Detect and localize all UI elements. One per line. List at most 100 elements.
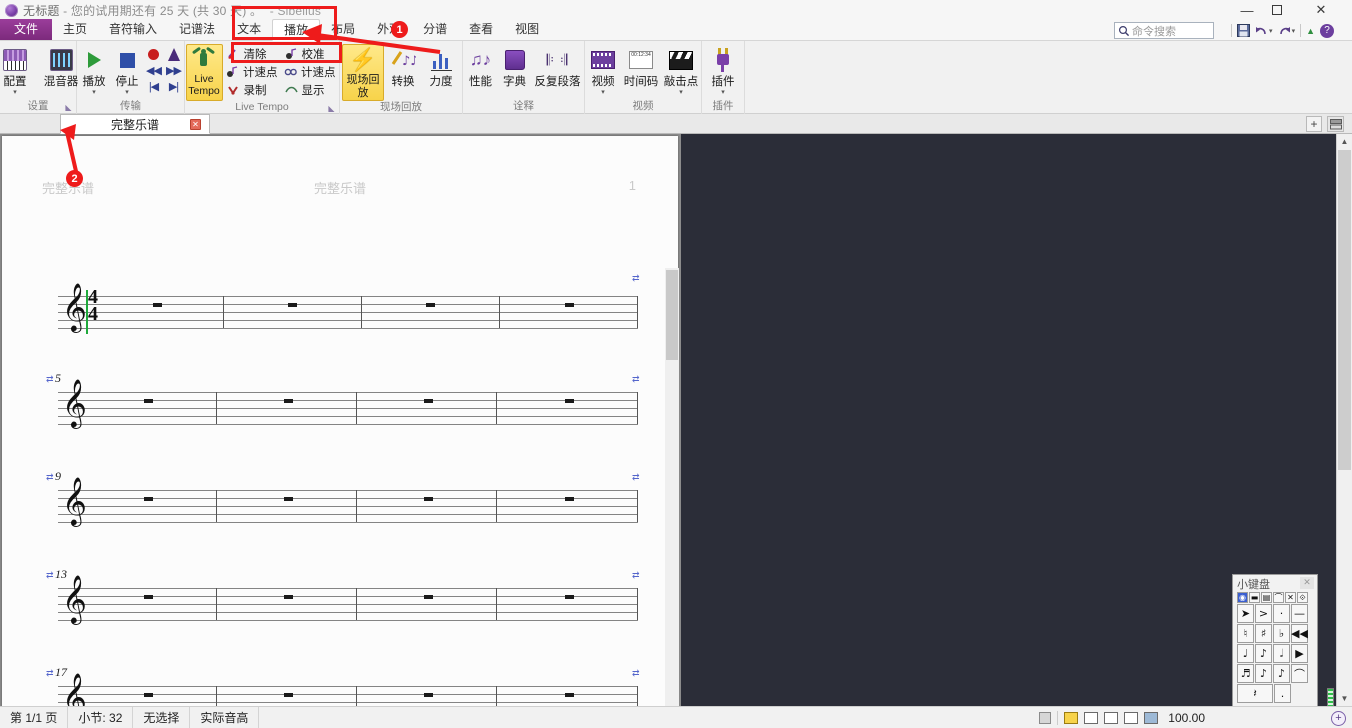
- performance-button[interactable]: ♫♪ 性能: [464, 44, 498, 89]
- metronome-icon[interactable]: [164, 46, 184, 62]
- document-tab-bar: 完整乐谱 ✕ +: [0, 114, 1352, 134]
- setup-dialog-launcher-icon[interactable]: ◣: [64, 101, 73, 112]
- timecode-button[interactable]: 00:12:34 时间码: [621, 44, 661, 89]
- stop-caret-icon[interactable]: ▾: [125, 89, 129, 96]
- fast-forward-icon[interactable]: ▶▶: [164, 62, 184, 78]
- plugin-caret-icon[interactable]: ▾: [721, 89, 725, 96]
- command-search-input[interactable]: 命令搜索: [1114, 22, 1214, 39]
- tab-file[interactable]: 文件: [0, 19, 53, 40]
- redo-caret-icon[interactable]: ▾: [1292, 27, 1296, 35]
- tab-review[interactable]: 查看: [458, 19, 504, 40]
- keypad-panel[interactable]: 小键盘 ✕ ◉ ▬ ▤ ⌒ ✕ ⟐ ➤ > · — ♮ ♯ ♭ ◀◀ ♩ ♪ 𝅗…: [1232, 574, 1326, 728]
- window-vertical-scrollbar[interactable]: ▲ ▼: [1336, 134, 1352, 706]
- score-inner-scroll-thumb[interactable]: [666, 270, 678, 360]
- repeat-section-button[interactable]: 𝄆 𝄇 反复段落: [532, 44, 584, 89]
- keypad-mode-5[interactable]: ✕: [1285, 592, 1296, 603]
- window-scroll-thumb[interactable]: [1338, 150, 1351, 470]
- split-view-button[interactable]: [1327, 116, 1344, 132]
- dictionary-button[interactable]: 字典: [498, 44, 532, 89]
- keypad-key-tie[interactable]: ⌒: [1291, 664, 1308, 683]
- keypad-key-sharp[interactable]: ♯: [1255, 624, 1272, 643]
- keypad-key-rest[interactable]: 𝄽: [1237, 684, 1273, 703]
- document-tab-close-icon[interactable]: ✕: [190, 119, 201, 130]
- page-view-icon[interactable]: [1064, 712, 1079, 724]
- tap-point-button[interactable]: 计速点: [223, 63, 281, 81]
- hit-points-button[interactable]: 敲击点 ▾: [661, 44, 701, 96]
- status-pitch: 实际音高: [190, 706, 260, 728]
- go-to-start-icon[interactable]: |◀: [144, 78, 164, 94]
- keypad-key-staccato[interactable]: ·: [1273, 604, 1290, 623]
- keypad-mode-1[interactable]: ◉: [1237, 592, 1248, 603]
- zoom-in-button[interactable]: +: [1331, 710, 1346, 726]
- stop-button[interactable]: 停止 ▾: [111, 44, 144, 96]
- spread-view-icon[interactable]: [1084, 712, 1099, 724]
- staff-1[interactable]: 𝄞 4 4: [58, 286, 638, 334]
- full-screen-icon[interactable]: [1144, 712, 1159, 724]
- live-tempo-button[interactable]: Live Tempo: [185, 44, 223, 101]
- minimize-button[interactable]: —: [1232, 0, 1262, 20]
- tap-points-button[interactable]: 计速点: [281, 63, 339, 81]
- tab-home[interactable]: 主页: [52, 19, 98, 40]
- go-to-end-icon[interactable]: ▶|: [164, 78, 184, 94]
- staff-5[interactable]: 𝄞: [58, 676, 638, 706]
- keypad-key-dot[interactable]: .: [1274, 684, 1291, 703]
- keypad-key-natural[interactable]: ♮: [1237, 624, 1254, 643]
- record-tempo-button[interactable]: 录制: [223, 81, 281, 99]
- score-paper-viewport[interactable]: 完整乐谱 完整乐谱 1 ⇄ 𝄞 4 4 ⇄ 5 ⇄ 𝄞 ⇄ 9 ⇄ 𝄞 ⇄ 13…: [0, 134, 681, 706]
- keypad-key-eighth-note[interactable]: ♪: [1255, 664, 1272, 683]
- staff-4[interactable]: 𝄞: [58, 578, 638, 621]
- keypad-key-rewind[interactable]: ◀◀: [1291, 624, 1308, 643]
- save-button[interactable]: [1237, 24, 1251, 37]
- video-caret-icon[interactable]: ▾: [601, 89, 605, 96]
- keypad-close-icon[interactable]: ✕: [1300, 577, 1314, 589]
- single-view-icon[interactable]: [1124, 712, 1139, 724]
- close-button[interactable]: ✕: [1306, 0, 1336, 20]
- new-tab-button[interactable]: +: [1306, 116, 1322, 132]
- score-inner-scrollbar[interactable]: [665, 268, 679, 728]
- play-button[interactable]: 播放 ▾: [78, 44, 111, 96]
- ribbon-body: 配置 ▾ 混音器 设置 ◣ 播放 ▾ 停止 ▾ ◀◀ ▶▶ |◀ ▶| 传输 L…: [0, 41, 1352, 114]
- plugin-button[interactable]: 插件 ▾: [703, 44, 743, 96]
- rewind-icon[interactable]: ◀◀: [144, 62, 164, 78]
- scroll-up-icon[interactable]: ▲: [1337, 134, 1352, 149]
- config-caret-icon[interactable]: ▾: [13, 89, 17, 96]
- redo-button[interactable]: ▾: [1278, 25, 1296, 36]
- staff-2[interactable]: 𝄞: [58, 382, 638, 425]
- lock-icon[interactable]: [1039, 712, 1052, 724]
- keypad-key-sixteenth-note[interactable]: ♬: [1237, 664, 1254, 683]
- live-tempo-dialog-launcher-icon[interactable]: ◣: [327, 102, 336, 113]
- scroll-down-icon[interactable]: ▼: [1337, 691, 1352, 706]
- keypad-mode-3[interactable]: ▤: [1261, 592, 1272, 603]
- score-page[interactable]: 完整乐谱 完整乐谱 1 ⇄ 𝄞 4 4 ⇄ 5 ⇄ 𝄞 ⇄ 9 ⇄ 𝄞 ⇄ 13…: [2, 136, 678, 706]
- maximize-button[interactable]: [1262, 0, 1292, 20]
- tab-note-input[interactable]: 音符输入: [98, 19, 168, 40]
- undo-button[interactable]: ▾: [1255, 25, 1273, 36]
- score-canvas[interactable]: 完整乐谱 完整乐谱 1 ⇄ 𝄞 4 4 ⇄ 5 ⇄ 𝄞 ⇄ 9 ⇄ 𝄞 ⇄ 13…: [0, 134, 1352, 728]
- config-button[interactable]: 配置 ▾: [0, 44, 38, 96]
- undo-caret-icon[interactable]: ▾: [1269, 27, 1273, 35]
- hit-points-caret-icon[interactable]: ▾: [679, 89, 683, 96]
- record-icon[interactable]: [144, 46, 164, 62]
- keypad-mode-2[interactable]: ▬: [1249, 592, 1260, 603]
- keypad-key-forward[interactable]: ▶: [1291, 644, 1308, 663]
- show-tempo-button[interactable]: 显示: [281, 81, 339, 99]
- tab-view[interactable]: 视图: [504, 19, 550, 40]
- keypad-mode-4[interactable]: ⌒: [1273, 592, 1284, 603]
- keypad-mode-6[interactable]: ⟐: [1297, 592, 1308, 603]
- keypad-key-whole-note[interactable]: 𝅗𝅥: [1273, 644, 1290, 663]
- keypad-key-articulation-1[interactable]: ➤: [1237, 604, 1254, 623]
- play-caret-icon[interactable]: ▾: [92, 89, 96, 96]
- tab-notation[interactable]: 记谱法: [168, 19, 226, 40]
- keypad-key-accent[interactable]: >: [1255, 604, 1272, 623]
- keypad-key-flat[interactable]: ♭: [1273, 624, 1290, 643]
- panorama-icon[interactable]: [1104, 712, 1119, 724]
- staff-3[interactable]: 𝄞: [58, 480, 638, 523]
- help-button[interactable]: ?: [1320, 23, 1334, 38]
- keypad-key-half-note[interactable]: ♪: [1255, 644, 1272, 663]
- customize-qat-button[interactable]: ▲: [1306, 26, 1315, 36]
- treble-clef-icon-2: 𝄞: [62, 378, 87, 427]
- video-button[interactable]: 视频 ▾: [585, 44, 621, 96]
- keypad-key-quarter-note[interactable]: ♩: [1237, 644, 1254, 663]
- keypad-key-tenuto[interactable]: —: [1291, 604, 1308, 623]
- keypad-key-eighth-note-2[interactable]: ♪: [1273, 664, 1290, 683]
